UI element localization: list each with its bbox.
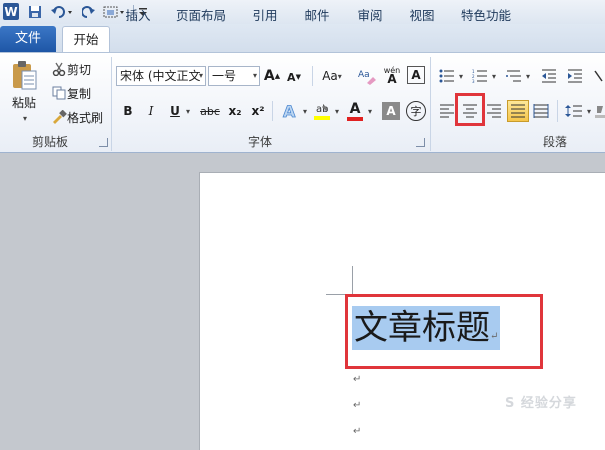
tab-view[interactable]: 视图 xyxy=(402,5,442,27)
enclose-characters-button[interactable]: 字 xyxy=(406,101,426,121)
line-spacing-icon[interactable] xyxy=(564,102,584,120)
paragraph-mark: ↵ xyxy=(353,374,362,385)
chinese-layout-icon[interactable] xyxy=(592,67,604,85)
change-case-button[interactable]: Aa ▾ xyxy=(318,66,346,86)
tab-mailings[interactable]: 邮件 xyxy=(297,5,337,27)
cut-button[interactable]: 剪切 xyxy=(67,60,97,78)
word-app-icon[interactable]: W xyxy=(3,3,19,20)
highlight-dropdown-icon[interactable]: ▾ xyxy=(333,106,341,116)
center-align-highlight xyxy=(455,93,485,126)
italic-button[interactable]: I xyxy=(143,101,159,121)
group-separator xyxy=(430,57,431,151)
undo-icon[interactable] xyxy=(49,3,75,20)
font-group-label: 字体 xyxy=(247,135,272,149)
clear-format-icon[interactable]: Aa xyxy=(356,66,378,86)
underline-dropdown-icon[interactable]: ▾ xyxy=(184,106,192,116)
paragraph-mark: ↵ xyxy=(353,400,362,411)
multilevel-list-icon[interactable] xyxy=(505,67,523,85)
svg-text:Aa: Aa xyxy=(358,70,370,80)
save-icon[interactable] xyxy=(27,3,43,20)
align-right-icon[interactable] xyxy=(485,102,503,120)
copy-button[interactable]: 复制 xyxy=(67,84,97,102)
line-spacing-dropdown-icon[interactable]: ▾ xyxy=(585,106,593,116)
shrink-font-button[interactable]: A ▼ xyxy=(286,68,302,86)
numbering-icon[interactable]: 123 xyxy=(471,67,489,85)
bold-button[interactable]: B xyxy=(120,101,136,121)
tab-references[interactable]: 引用 xyxy=(245,5,285,27)
paragraph-group-label: 段落 xyxy=(542,135,567,149)
format-painter-icon[interactable] xyxy=(50,108,68,126)
tab-special-features[interactable]: 特色功能 xyxy=(455,5,517,27)
text-effects-icon[interactable]: A xyxy=(280,100,302,122)
paste-dropdown-icon[interactable]: ▾ xyxy=(20,113,30,123)
watermark: S 经验分享 xyxy=(505,396,577,411)
svg-text:3: 3 xyxy=(472,79,475,83)
grow-font-label: A xyxy=(263,68,275,84)
paste-button[interactable]: 粘贴 xyxy=(8,93,40,111)
subscript-button[interactable]: x₂ xyxy=(226,101,244,121)
clipboard-dialog-launcher[interactable] xyxy=(99,138,108,147)
font-separator xyxy=(312,66,313,86)
align-left-icon[interactable] xyxy=(438,102,456,120)
clipboard-group-label: 剪贴板 xyxy=(31,135,68,149)
phonetic-guide-button[interactable]: wén A xyxy=(380,64,404,86)
tab-file[interactable]: 文件 xyxy=(0,26,56,52)
bullets-dropdown-icon[interactable]: ▾ xyxy=(457,71,465,81)
character-shading-button[interactable]: A xyxy=(382,102,400,120)
font-size-value: 一号 xyxy=(212,69,237,83)
font-color-swatch xyxy=(347,116,363,121)
paragraph-mark: ↵ xyxy=(353,426,362,437)
chevron-down-icon[interactable]: ▾ xyxy=(253,67,257,85)
numbering-dropdown-icon[interactable]: ▾ xyxy=(490,71,498,81)
font-name-value: 宋体 (中文正文 xyxy=(120,69,201,83)
copy-icon[interactable] xyxy=(50,84,68,102)
tab-home[interactable]: 开始 xyxy=(62,26,110,54)
chevron-down-icon[interactable]: ▾ xyxy=(199,67,203,85)
font-color-button[interactable]: A xyxy=(345,100,365,122)
font-dialog-launcher[interactable] xyxy=(416,138,425,147)
font-color-dropdown-icon[interactable]: ▾ xyxy=(366,106,374,116)
shrink-font-label: A xyxy=(287,70,296,84)
format-painter-button[interactable]: 格式刷 xyxy=(67,108,107,126)
svg-text:A: A xyxy=(283,102,296,121)
text-effects-dropdown-icon[interactable]: ▾ xyxy=(301,106,309,116)
font-size-combo[interactable]: 一号 ▾ xyxy=(208,66,260,86)
distributed-align-icon[interactable] xyxy=(532,102,550,120)
cut-icon[interactable] xyxy=(50,60,68,78)
character-border-button[interactable]: A xyxy=(407,66,425,84)
tab-review[interactable]: 审阅 xyxy=(350,5,390,27)
grow-font-button[interactable]: A ▲ xyxy=(264,66,280,86)
group-separator xyxy=(111,57,112,151)
font-separator xyxy=(272,101,273,121)
strikethrough-button[interactable]: abc xyxy=(199,101,221,121)
font-name-combo[interactable]: 宋体 (中文正文 ▾ xyxy=(116,66,206,86)
bullets-icon[interactable] xyxy=(438,67,456,85)
tab-insert[interactable]: 插入 xyxy=(118,5,158,27)
highlight-icon[interactable]: ab xyxy=(311,100,333,122)
decrease-indent-icon[interactable] xyxy=(540,67,558,85)
paste-icon[interactable] xyxy=(8,58,40,92)
crop-mark-vertical xyxy=(352,266,353,294)
paragraph-separator xyxy=(557,100,558,122)
font-color-label: A xyxy=(349,100,361,117)
redo-icon[interactable] xyxy=(81,3,97,20)
justify-icon[interactable] xyxy=(507,100,529,122)
multilevel-dropdown-icon[interactable]: ▾ xyxy=(524,71,532,81)
change-case-label: Aa xyxy=(322,69,338,83)
tab-page-layout[interactable]: 页面布局 xyxy=(170,5,232,27)
title-highlight-box xyxy=(345,294,543,369)
superscript-button[interactable]: x² xyxy=(249,101,267,121)
underline-button[interactable]: U xyxy=(167,101,183,121)
increase-indent-icon[interactable] xyxy=(566,67,584,85)
shading-icon[interactable] xyxy=(595,102,605,120)
